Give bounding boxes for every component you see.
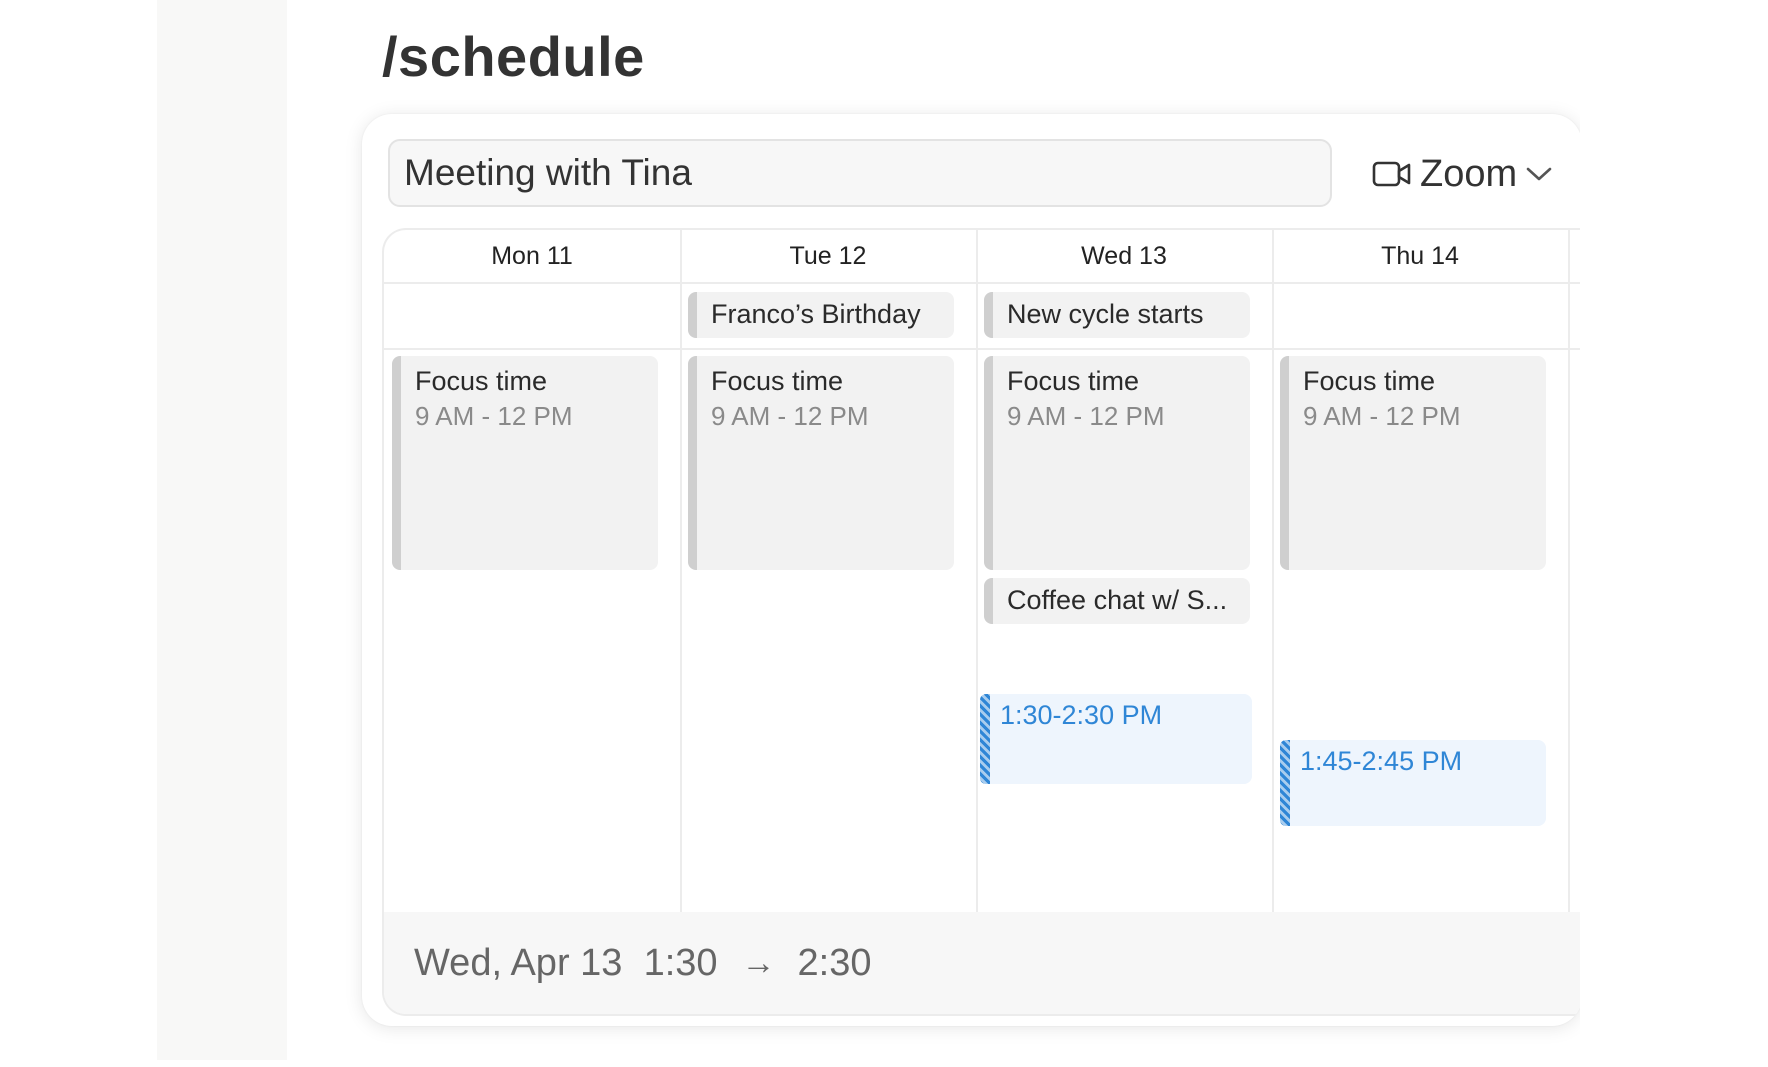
proposed-slot[interactable]: 1:30-2:30 PM	[980, 694, 1252, 784]
chevron-down-icon	[1526, 167, 1552, 181]
sidebar-strip	[157, 0, 287, 1060]
event-time: 9 AM - 12 PM	[415, 401, 573, 431]
all-day-divider	[384, 348, 1582, 350]
column-divider	[1272, 230, 1274, 912]
event-title: Focus time	[415, 366, 548, 396]
video-camera-icon	[1372, 161, 1411, 187]
proposed-slot-hatch	[980, 694, 990, 784]
column-divider	[1568, 230, 1570, 912]
conferencing-label: Zoom	[1420, 152, 1518, 195]
page-title: /schedule	[382, 25, 645, 88]
event-title-input[interactable]	[388, 139, 1332, 207]
event-title: Focus time	[1007, 366, 1140, 396]
proposed-slot-hatch	[1280, 740, 1290, 826]
summary-end: 2:30	[797, 941, 872, 984]
focus-time-event[interactable]: Focus time 9 AM - 12 PM	[392, 356, 658, 570]
coffee-chat-event[interactable]: Coffee chat w/ S...	[984, 578, 1250, 624]
proposed-slot-time: 1:30-2:30 PM	[1000, 700, 1163, 730]
summary-date: Wed, Apr 13	[414, 941, 623, 984]
conferencing-select[interactable]: Zoom	[1372, 150, 1553, 198]
proposed-slot[interactable]: 1:45-2:45 PM	[1280, 740, 1546, 826]
day-header-thu: Thu 14	[1381, 242, 1459, 270]
event-title: Focus time	[1303, 366, 1436, 396]
arrow-right-icon: →	[741, 943, 776, 982]
right-margin	[1580, 0, 1768, 1067]
focus-time-event[interactable]: Focus time 9 AM - 12 PM	[688, 356, 954, 570]
selected-time-summary[interactable]: Wed, Apr 13 1:30 → 2:30	[384, 912, 1582, 1014]
event-time: 9 AM - 12 PM	[1007, 401, 1165, 431]
focus-time-event[interactable]: Focus time 9 AM - 12 PM	[1280, 356, 1546, 570]
header-divider	[384, 282, 1582, 284]
day-header-tue: Tue 12	[789, 242, 867, 270]
all-day-event[interactable]: Franco’s Birthday	[688, 292, 954, 338]
all-day-event[interactable]: New cycle starts	[984, 292, 1250, 338]
scheduler-card: Zoom Mon 11 Tue 12 Wed 13 Thu 14 Franco’…	[362, 114, 1582, 1026]
focus-time-event[interactable]: Focus time 9 AM - 12 PM	[984, 356, 1250, 570]
week-calendar: Mon 11 Tue 12 Wed 13 Thu 14 Franco’s Bir…	[382, 228, 1582, 1016]
event-time: 9 AM - 12 PM	[1303, 401, 1461, 431]
day-header-wed: Wed 13	[1081, 242, 1167, 270]
column-divider	[976, 230, 978, 912]
event-time: 9 AM - 12 PM	[711, 401, 869, 431]
day-header-mon: Mon 11	[491, 242, 573, 270]
summary-start: 1:30	[643, 941, 718, 984]
event-title: Focus time	[711, 366, 844, 396]
column-divider	[680, 230, 682, 912]
proposed-slot-time: 1:45-2:45 PM	[1300, 746, 1463, 776]
